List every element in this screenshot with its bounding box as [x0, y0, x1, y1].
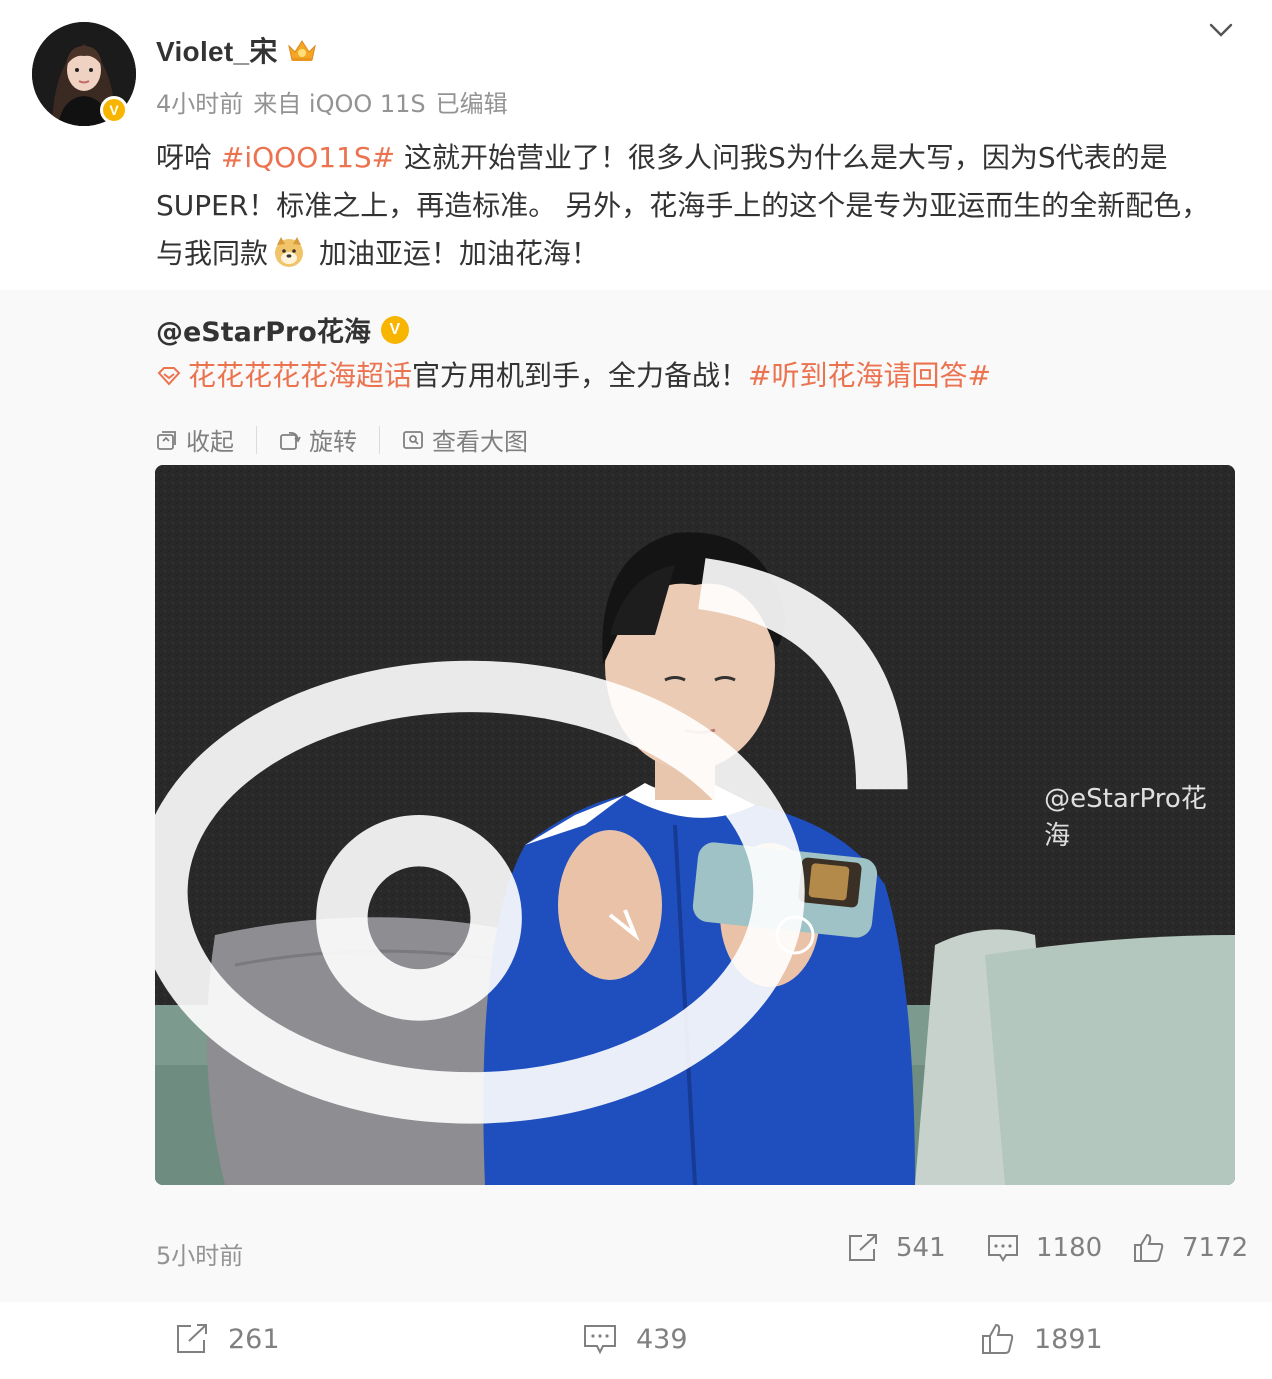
topic-link-iqoo11s[interactable]: #iQOO11S# — [221, 141, 395, 174]
doge-emoji-icon — [272, 235, 306, 269]
comment-icon — [988, 1235, 1018, 1262]
footer-repost-button[interactable]: 261 — [174, 1322, 280, 1356]
collapse-label: 收起 — [186, 428, 234, 456]
view-large-button[interactable]: 查看大图 — [402, 422, 528, 457]
post-text-part1: 呀哈 — [156, 141, 221, 174]
repost-repost-count[interactable]: 541 — [846, 1232, 946, 1264]
post-meta: 4小时前 来自 iQOO 11S 已编辑 — [156, 84, 508, 119]
topic-link-huahai[interactable]: #听到花海请回答# — [748, 356, 991, 396]
chevron-down-icon[interactable] — [1206, 18, 1236, 42]
weibo-logo-icon — [155, 558, 909, 1124]
avatar[interactable]: V — [32, 22, 136, 126]
repost-body: 官方用机到手，全力备战！ — [412, 359, 749, 392]
watermark-text: @eStarPro花海 — [1044, 784, 1207, 851]
repost-like-count[interactable]: 7172 — [1132, 1232, 1248, 1264]
photo-watermark: @eStarPro花海 — [155, 465, 1225, 1175]
thumbs-up-icon — [982, 1323, 1014, 1354]
repost-comment-count[interactable]: 1180 — [986, 1232, 1102, 1264]
edited-label[interactable]: 已编辑 — [436, 84, 508, 119]
thumbs-up-icon — [1134, 1233, 1164, 1262]
repost-repost-value: 541 — [896, 1233, 946, 1263]
view-large-icon — [403, 430, 423, 449]
collapse-button[interactable]: 收起 — [156, 422, 234, 457]
share-icon — [177, 1324, 207, 1353]
username-link[interactable]: Violet_宋 — [156, 30, 278, 70]
comment-icon — [584, 1325, 616, 1355]
footer-comment-count: 439 — [636, 1323, 688, 1355]
post-photo[interactable]: @eStarPro花海 — [155, 465, 1235, 1185]
post-text: 呀哈 #iQOO11S# 这就开始营业了！很多人问我S为什么是大写，因为S代表的… — [156, 134, 1236, 278]
verified-badge-icon: V — [100, 96, 128, 124]
post-source: 来自 iQOO 11S — [253, 90, 426, 118]
rotate-button[interactable]: 旋转 — [279, 422, 357, 457]
footer-like-count: 1891 — [1034, 1323, 1103, 1355]
repost-author: @eStarPro花海 V — [156, 310, 409, 349]
toolbar-divider — [256, 425, 257, 454]
repost-like-value: 7172 — [1182, 1233, 1249, 1263]
repost-card: @eStarPro花海 V 花花花花花海超话 官方用机到手，全力备战！ #听到花… — [0, 290, 1272, 1302]
user-line: Violet_宋 — [156, 30, 318, 70]
supertopic-icon — [157, 367, 181, 386]
rotate-label: 旋转 — [309, 428, 357, 456]
repost-text: 花花花花花海超话 官方用机到手，全力备战！ #听到花海请回答# — [156, 356, 991, 396]
post-text-part3: 加油亚运！加油花海！ — [310, 237, 599, 270]
verified-icon: V — [380, 315, 409, 344]
footer-comment-button[interactable]: 439 — [582, 1322, 688, 1356]
post-time[interactable]: 4小时前 — [156, 84, 243, 119]
footer-repost-count: 261 — [228, 1323, 280, 1355]
repost-comment-value: 1180 — [1036, 1233, 1103, 1263]
share-icon — [849, 1234, 877, 1261]
footer-like-button[interactable]: 1891 — [980, 1322, 1103, 1356]
collapse-icon — [157, 430, 176, 450]
image-toolbar: 收起 旋转 查看大图 — [156, 422, 528, 457]
repost-time[interactable]: 5小时前 — [156, 1236, 243, 1271]
toolbar-divider — [379, 425, 380, 454]
rotate-icon — [280, 431, 301, 450]
supertopic-link[interactable]: 花花花花花海超话 — [188, 356, 412, 396]
repost-author-link[interactable]: @eStarPro花海 — [156, 310, 371, 349]
crown-icon[interactable] — [286, 36, 318, 64]
view-large-label: 查看大图 — [432, 428, 528, 456]
